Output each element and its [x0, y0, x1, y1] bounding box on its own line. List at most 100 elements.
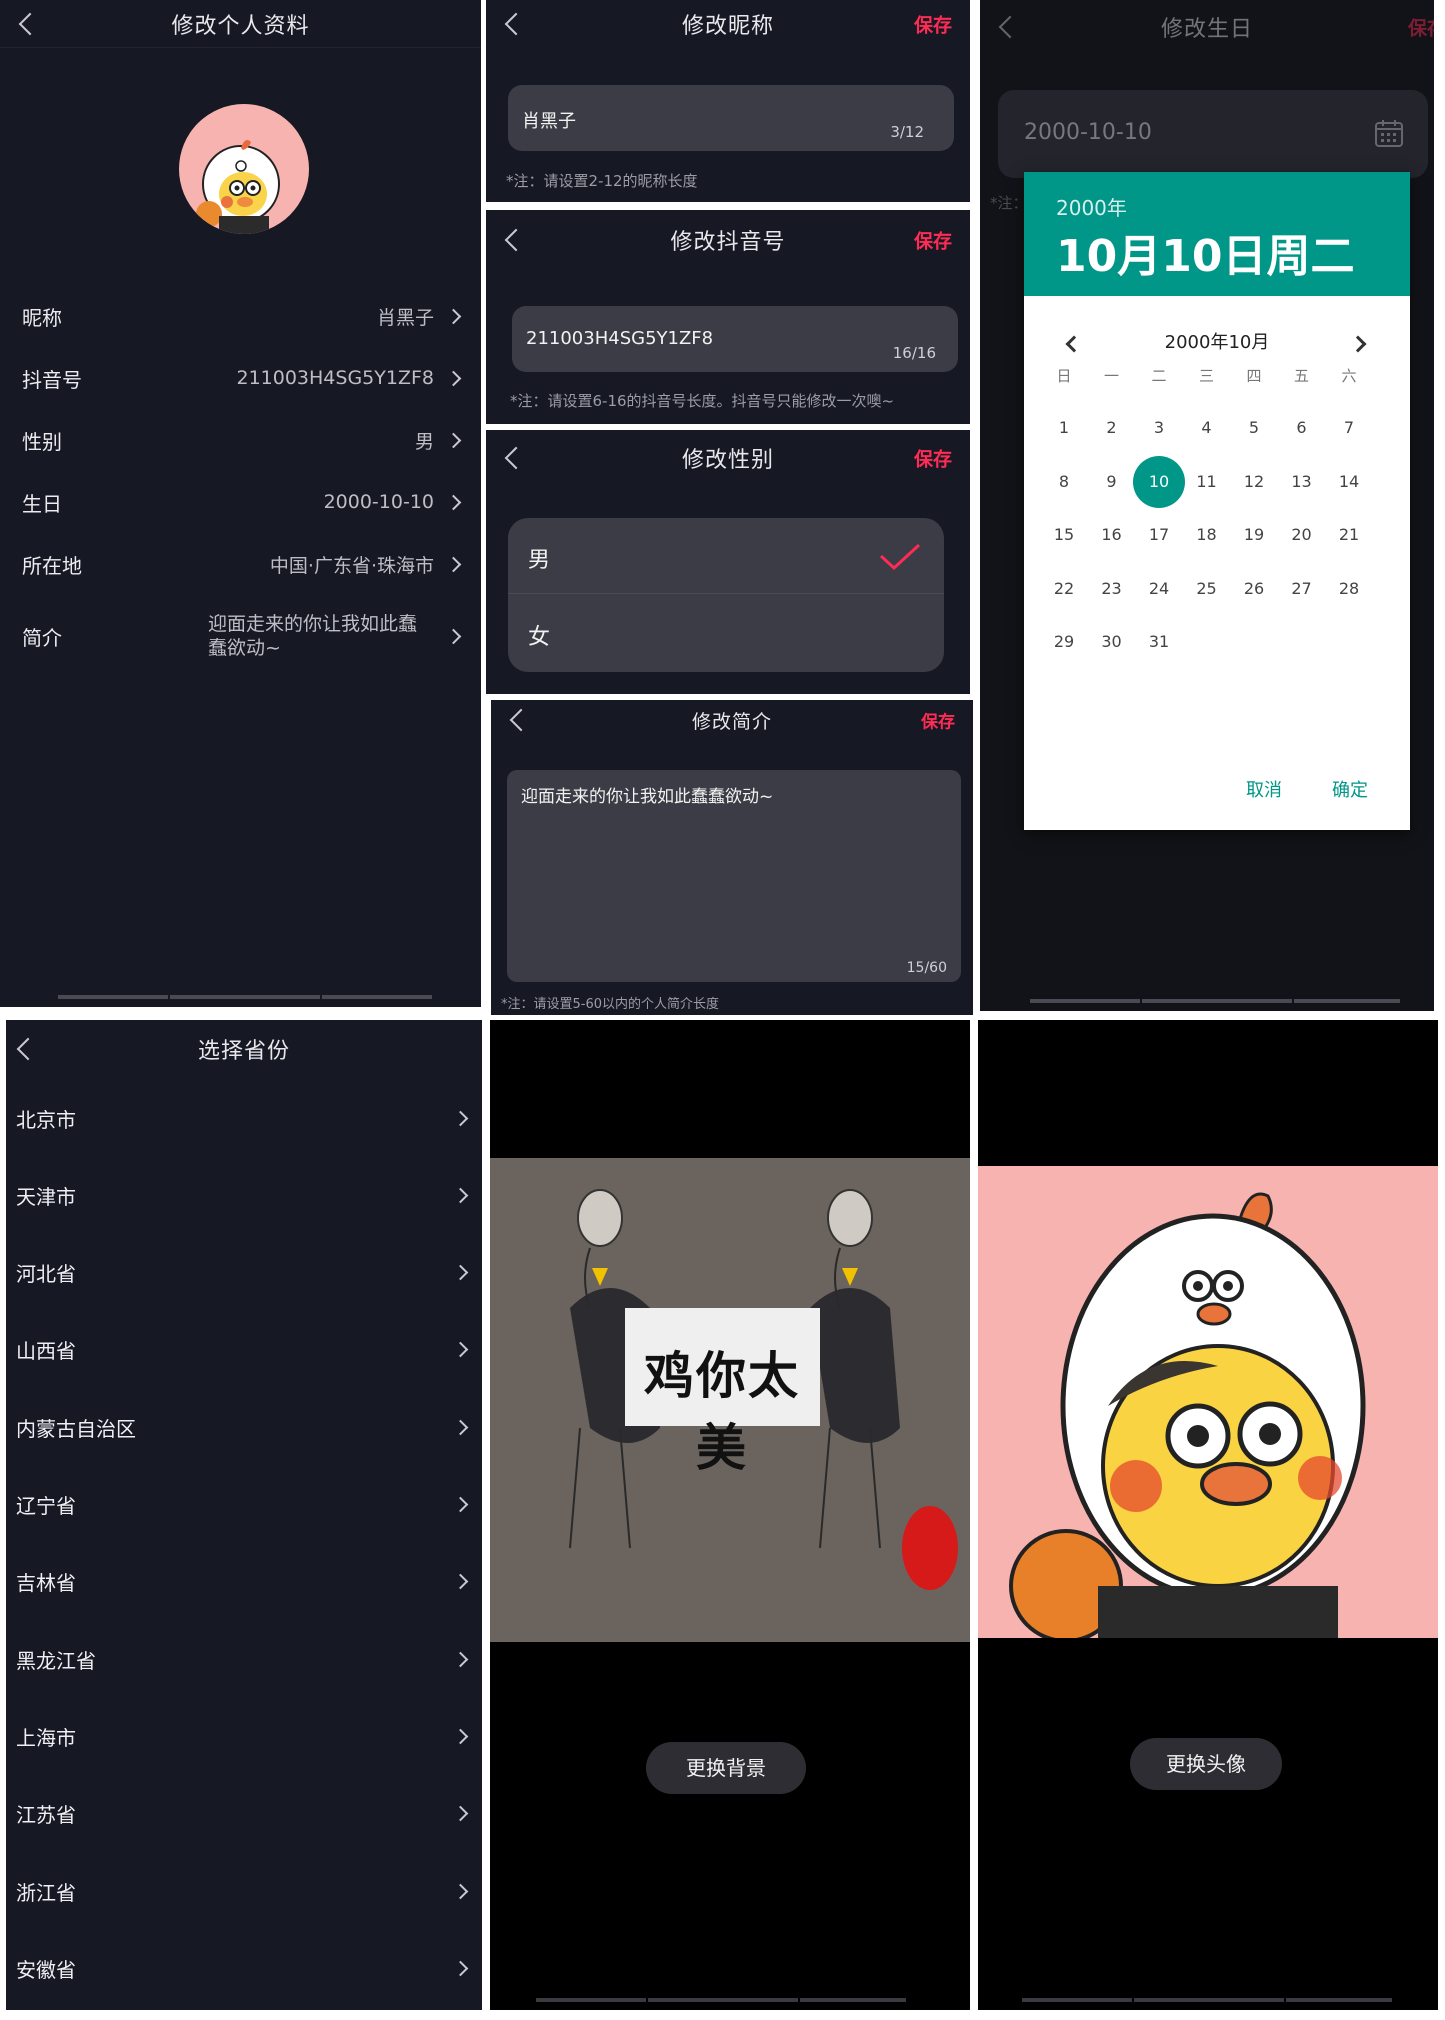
- calendar-day[interactable]: 26: [1230, 565, 1278, 613]
- ok-button[interactable]: 确定: [1332, 776, 1368, 802]
- weekday-label: 六: [1341, 367, 1357, 385]
- province-item[interactable]: 北京市: [16, 1098, 469, 1138]
- calendar-day[interactable]: 3: [1135, 404, 1183, 452]
- bio-textarea[interactable]: 迎面走来的你让我如此蠢蠢欲动~ 15/60: [507, 770, 961, 982]
- profile-row-gender[interactable]: 性别 男: [0, 420, 481, 460]
- province-item[interactable]: 辽宁省: [16, 1485, 469, 1525]
- save-button[interactable]: 保存: [914, 227, 952, 254]
- cancel-button[interactable]: 取消: [1246, 776, 1282, 802]
- back-icon[interactable]: [18, 12, 42, 35]
- calendar-day[interactable]: 25: [1183, 565, 1231, 613]
- date-picker-dialog: 2000年 10月10日周二 2000年10月 日一二三四五六 12345678…: [1024, 172, 1410, 830]
- province-label: 辽宁省: [16, 1494, 76, 1518]
- calendar-icon[interactable]: [1374, 118, 1404, 148]
- birthday-input[interactable]: 2000-10-10: [998, 90, 1428, 178]
- calendar-day[interactable]: 1: [1040, 404, 1088, 452]
- weekday-label: 四: [1246, 367, 1262, 385]
- profile-row-birthday[interactable]: 生日 2000-10-10: [0, 482, 481, 522]
- calendar-day[interactable]: 18: [1183, 511, 1231, 559]
- textarea-value: 迎面走来的你让我如此蠢蠢欲动~: [521, 787, 774, 807]
- calendar-day[interactable]: 5: [1230, 404, 1278, 452]
- weekday-label: 五: [1293, 367, 1309, 385]
- avatar-illustration: [978, 1166, 1438, 1638]
- nickname-input[interactable]: 肖黑子 3/12: [508, 85, 954, 151]
- calendar-day[interactable]: 17: [1135, 511, 1183, 559]
- province-item[interactable]: 江苏省: [16, 1794, 469, 1834]
- avatar[interactable]: [179, 104, 309, 234]
- calendar-day[interactable]: 8: [1040, 458, 1088, 506]
- weekday-label: 一: [1103, 367, 1119, 385]
- province-item[interactable]: 内蒙古自治区: [16, 1407, 469, 1447]
- date-picker-header: 2000年 10月10日周二: [1024, 172, 1410, 296]
- calendar-day[interactable]: 13: [1278, 458, 1326, 506]
- back-icon[interactable]: [504, 446, 528, 470]
- nav-bar: 修改个人资料: [0, 0, 481, 48]
- save-button[interactable]: 保存: [921, 708, 955, 733]
- douyin-id-input[interactable]: 211003H4SG5Y1ZF8 16/16: [512, 306, 958, 372]
- calendar-day[interactable]: 4: [1183, 404, 1231, 452]
- calendar-day[interactable]: 6: [1278, 404, 1326, 452]
- picker-year[interactable]: 2000年: [1056, 192, 1127, 221]
- back-icon[interactable]: [509, 708, 533, 732]
- calendar-day[interactable]: 7: [1325, 404, 1373, 452]
- gender-option-male[interactable]: 男: [508, 518, 944, 594]
- douyin-id-note: *注：请设置6-16的抖音号长度。抖音号只能修改一次噢~: [510, 392, 895, 410]
- input-value: 211003H4SG5Y1ZF8: [526, 328, 714, 349]
- back-icon[interactable]: [16, 1037, 40, 1061]
- calendar-day[interactable]: 30: [1088, 618, 1136, 666]
- calendar-day[interactable]: 11: [1183, 458, 1231, 506]
- province-label: 浙江省: [16, 1880, 76, 1905]
- checkmark-icon: [879, 543, 921, 571]
- profile-row-douyin-id[interactable]: 抖音号 211003H4SG5Y1ZF8: [0, 358, 481, 398]
- home-indicator: [58, 995, 432, 999]
- input-value: 肖黑子: [522, 111, 576, 132]
- province-item[interactable]: 浙江省: [16, 1871, 469, 1911]
- calendar-day[interactable]: 21: [1325, 511, 1373, 559]
- calendar-day[interactable]: 20: [1278, 511, 1326, 559]
- back-icon[interactable]: [504, 12, 528, 36]
- calendar-day[interactable]: 22: [1040, 565, 1088, 613]
- option-label: 男: [528, 548, 551, 573]
- province-item[interactable]: 山西省: [16, 1330, 469, 1370]
- profile-row-location[interactable]: 所在地 中国·广东省·珠海市: [0, 544, 481, 584]
- calendar-day[interactable]: 10: [1133, 455, 1185, 508]
- select-province-screen: 选择省份 北京市 天津市 河北省 山西省 内蒙古自治区 辽宁省 吉林省 黑龙江省 上海市 江苏省浙…: [6, 1020, 482, 2010]
- province-label: 山西省: [16, 1339, 76, 1364]
- province-item[interactable]: 吉林省: [16, 1562, 469, 1602]
- calendar-day[interactable]: 2: [1088, 404, 1136, 452]
- back-icon[interactable]: [504, 228, 528, 252]
- save-button[interactable]: 保存: [914, 11, 952, 38]
- change-background-button[interactable]: 更换背景: [646, 1742, 806, 1794]
- calendar-day[interactable]: 9: [1088, 458, 1136, 506]
- province-item[interactable]: 河北省: [16, 1253, 469, 1293]
- back-icon[interactable]: [998, 15, 1022, 39]
- province-item[interactable]: 安徽省: [16, 1948, 469, 1988]
- calendar-day[interactable]: 29: [1040, 618, 1088, 666]
- calendar-day[interactable]: 12: [1230, 458, 1278, 506]
- calendar-day[interactable]: 31: [1135, 618, 1183, 666]
- save-button[interactable]: 保存: [1408, 14, 1434, 41]
- calendar-day[interactable]: 19: [1230, 511, 1278, 559]
- edit-profile-screen: 修改个人资料 昵称 肖黑子 抖音号 211003H4SG5Y1ZF8 性别 男 …: [0, 0, 481, 1007]
- province-item[interactable]: 黑龙江省: [16, 1639, 469, 1679]
- calendar-day[interactable]: 23: [1088, 565, 1136, 613]
- page-title: 修改生日: [1160, 17, 1253, 42]
- calendar-day[interactable]: 24: [1135, 565, 1183, 613]
- change-avatar-button[interactable]: 更换头像: [1130, 1738, 1282, 1790]
- calendar-day[interactable]: 14: [1325, 458, 1373, 506]
- weekday-label: 三: [1198, 367, 1214, 385]
- row-label: 所在地: [22, 553, 82, 578]
- gender-option-female[interactable]: 女: [508, 595, 944, 671]
- row-label: 生日: [22, 491, 62, 516]
- province-label: 上海市: [16, 1725, 76, 1750]
- province-item[interactable]: 上海市: [16, 1716, 469, 1756]
- save-button[interactable]: 保存: [914, 445, 952, 472]
- calendar-day[interactable]: 16: [1088, 511, 1136, 559]
- calendar-day[interactable]: 15: [1040, 511, 1088, 559]
- home-indicator: [536, 1998, 906, 2002]
- profile-row-bio[interactable]: 简介 迎面走来的你让我如此蠢 蠢欲动~: [0, 608, 481, 664]
- calendar-day[interactable]: 27: [1278, 565, 1326, 613]
- province-item[interactable]: 天津市: [16, 1175, 469, 1215]
- profile-row-nickname[interactable]: 昵称 肖黑子: [0, 296, 481, 336]
- calendar-day[interactable]: 28: [1325, 565, 1373, 613]
